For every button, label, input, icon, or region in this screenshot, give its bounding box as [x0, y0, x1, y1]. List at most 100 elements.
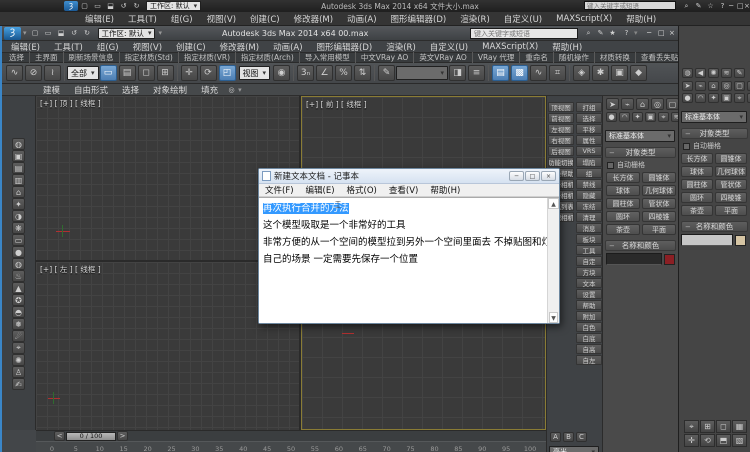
- cameras-icon[interactable]: ▣: [645, 112, 656, 122]
- custom-tab[interactable]: 材质转换: [595, 52, 636, 63]
- notepad-titlebar[interactable]: 新建文本文档 - 记事本 ─ □ ×: [259, 169, 559, 184]
- bg-window-min-button[interactable]: ─: [729, 2, 733, 10]
- teapot-render-icon[interactable]: ◍: [12, 138, 25, 150]
- zoom-all-icon[interactable]: ⊞: [700, 420, 715, 433]
- bg-favorites-icon[interactable]: ☆: [705, 1, 716, 11]
- side-button[interactable]: VRS: [576, 146, 602, 156]
- bg-object-type-rollout[interactable]: 对象类型: [681, 128, 748, 139]
- maximize-viewport-icon[interactable]: ⬒: [716, 434, 731, 447]
- object-type-button[interactable]: 圆环: [681, 192, 713, 203]
- undo-icon[interactable]: ↺: [118, 1, 129, 11]
- effects-icon[interactable]: ❋: [12, 222, 25, 234]
- side-button[interactable]: 白底: [576, 333, 602, 343]
- object-type-button[interactable]: 几何球体: [715, 166, 747, 177]
- render-production-icon[interactable]: ◆: [630, 65, 647, 81]
- object-type-button[interactable]: 管状体: [642, 198, 676, 209]
- select-and-rotate-icon[interactable]: ⟳: [200, 65, 217, 81]
- notepad-menu-item[interactable]: 文件(F): [259, 184, 300, 196]
- cylinder-primitive-icon[interactable]: ◓: [12, 306, 25, 318]
- object-name-field[interactable]: [606, 253, 662, 265]
- side-button[interactable]: 帮助: [576, 300, 602, 310]
- custom-tab[interactable]: 刷新场景信息: [64, 52, 120, 63]
- modify-tab-icon[interactable]: ⌁: [621, 98, 634, 110]
- bg-menu-item[interactable]: 渲染(R): [453, 13, 497, 25]
- fg-menu-item[interactable]: 修改器(M): [213, 41, 266, 53]
- use-pivot-point-icon[interactable]: ◉: [273, 65, 290, 81]
- max-logo-icon[interactable]: Ȝ: [64, 1, 78, 11]
- scroll-down-icon[interactable]: ▼: [549, 312, 558, 323]
- cone-primitive-icon[interactable]: ▲: [12, 282, 25, 294]
- motion-tab-icon[interactable]: ◎: [721, 81, 732, 91]
- notepad-max-button[interactable]: □: [525, 171, 540, 181]
- object-type-button[interactable]: 平面: [715, 205, 747, 216]
- custom-tab[interactable]: 英文VRay AO: [414, 52, 473, 63]
- hierarchy-tab-icon[interactable]: ⌂: [708, 81, 719, 91]
- select-object-icon[interactable]: ▭: [100, 65, 117, 81]
- bg-menu-item[interactable]: 编辑(E): [78, 13, 121, 25]
- side-button[interactable]: 打组: [576, 102, 602, 112]
- fg-menu-item[interactable]: 渲染(R): [379, 41, 423, 53]
- material-editor-icon[interactable]: ▤: [12, 162, 25, 174]
- category-dropdown[interactable]: 标准基本体▾: [605, 130, 675, 142]
- lights-icon[interactable]: ✦: [708, 93, 719, 103]
- fg-signin-icon[interactable]: ✎: [595, 28, 606, 38]
- cameras-icon[interactable]: ▣: [721, 93, 732, 103]
- name-color-rollout[interactable]: 名称和颜色: [605, 240, 676, 251]
- notepad-text-line[interactable]: 这个模型吸取是一个非常好的工具: [263, 217, 555, 234]
- box-primitive-icon[interactable]: ▭: [12, 234, 25, 246]
- abc-button[interactable]: A: [550, 432, 561, 442]
- bg-menu-item[interactable]: 帮助(H): [619, 13, 663, 25]
- select-and-link-icon[interactable]: ∿: [6, 65, 23, 81]
- ribbon-tab[interactable]: 建模: [36, 84, 67, 96]
- side-button[interactable]: 左视图: [548, 124, 574, 134]
- object-type-button[interactable]: 茶壶: [681, 205, 713, 216]
- notepad-text-line[interactable]: 自己的场景 一定需要先保存一个位置: [263, 251, 555, 268]
- side-button[interactable]: 属性: [576, 135, 602, 145]
- fg-menu-item[interactable]: MAXScript(X): [475, 42, 545, 52]
- side-button[interactable]: 选择: [576, 113, 602, 123]
- mirror-icon[interactable]: ◨: [449, 65, 466, 81]
- bg-menu-item[interactable]: 组(G): [164, 13, 200, 25]
- object-type-button[interactable]: 几何球体: [642, 185, 676, 196]
- create-tab-icon[interactable]: ➤: [682, 81, 693, 91]
- angle-snap-icon[interactable]: ∠: [316, 65, 333, 81]
- fg-window-max-button[interactable]: □: [658, 29, 665, 37]
- side-button[interactable]: 塌陷: [576, 157, 602, 167]
- helpers-icon[interactable]: ⌖: [734, 93, 745, 103]
- notepad-min-button[interactable]: ─: [509, 171, 524, 181]
- shapes-icon[interactable]: ◠: [695, 93, 706, 103]
- max-logo-icon[interactable]: Ȝ: [4, 27, 21, 40]
- bg-helper-icon-4[interactable]: ≋: [721, 68, 732, 78]
- spinner-snap-icon[interactable]: ⇅: [354, 65, 371, 81]
- custom-tab[interactable]: 指定材质(Std): [120, 52, 179, 63]
- new-file-icon[interactable]: ▢: [30, 28, 41, 38]
- ribbon-cycle-icon[interactable]: ◎: [226, 85, 237, 95]
- custom-tab[interactable]: 中文VRay AO: [356, 52, 415, 63]
- side-button[interactable]: 自定: [576, 256, 602, 266]
- bg-category-dropdown[interactable]: 标准基本体▾: [681, 111, 747, 123]
- fg-workspace-dropdown[interactable]: 工作区: 默认▾: [98, 28, 156, 39]
- bg-name-color-rollout[interactable]: 名称和颜色: [681, 221, 748, 232]
- object-color-swatch[interactable]: [664, 254, 675, 265]
- light-icon[interactable]: ⌂: [12, 186, 25, 198]
- bg-workspace-dropdown[interactable]: 工作区: 默认▾: [146, 1, 201, 11]
- fg-window-titlebar[interactable]: Ȝ ▾ ▢ ▭ ⬓ ↺ ↻ 工作区: 默认▾ ▾ Autodesk 3ds Ma…: [2, 26, 678, 41]
- fg-menu-item[interactable]: 动画(A): [266, 41, 309, 53]
- time-prev-frame-button[interactable]: <: [54, 431, 65, 441]
- side-button[interactable]: 白色: [576, 322, 602, 332]
- selection-filter-dropdown[interactable]: 全部▾: [67, 66, 99, 80]
- side-button[interactable]: 方块: [576, 267, 602, 277]
- render-setup-icon[interactable]: ✱: [592, 65, 609, 81]
- particles-icon[interactable]: ☄: [12, 330, 25, 342]
- object-type-button[interactable]: 圆锥体: [642, 172, 676, 183]
- fg-menu-item[interactable]: 组(G): [90, 41, 126, 53]
- notepad-menu-item[interactable]: 格式(O): [341, 184, 383, 196]
- bg-object-color-swatch[interactable]: [735, 235, 746, 246]
- side-button[interactable]: 禁线: [576, 179, 602, 189]
- snow-particles-icon[interactable]: ❅: [12, 318, 25, 330]
- align-icon[interactable]: ≡: [468, 65, 485, 81]
- bg-autogrid-checkbox[interactable]: [683, 143, 690, 150]
- fg-menu-item[interactable]: 帮助(H): [545, 41, 589, 53]
- fg-search-input[interactable]: [470, 28, 578, 39]
- object-type-button[interactable]: 球体: [606, 185, 640, 196]
